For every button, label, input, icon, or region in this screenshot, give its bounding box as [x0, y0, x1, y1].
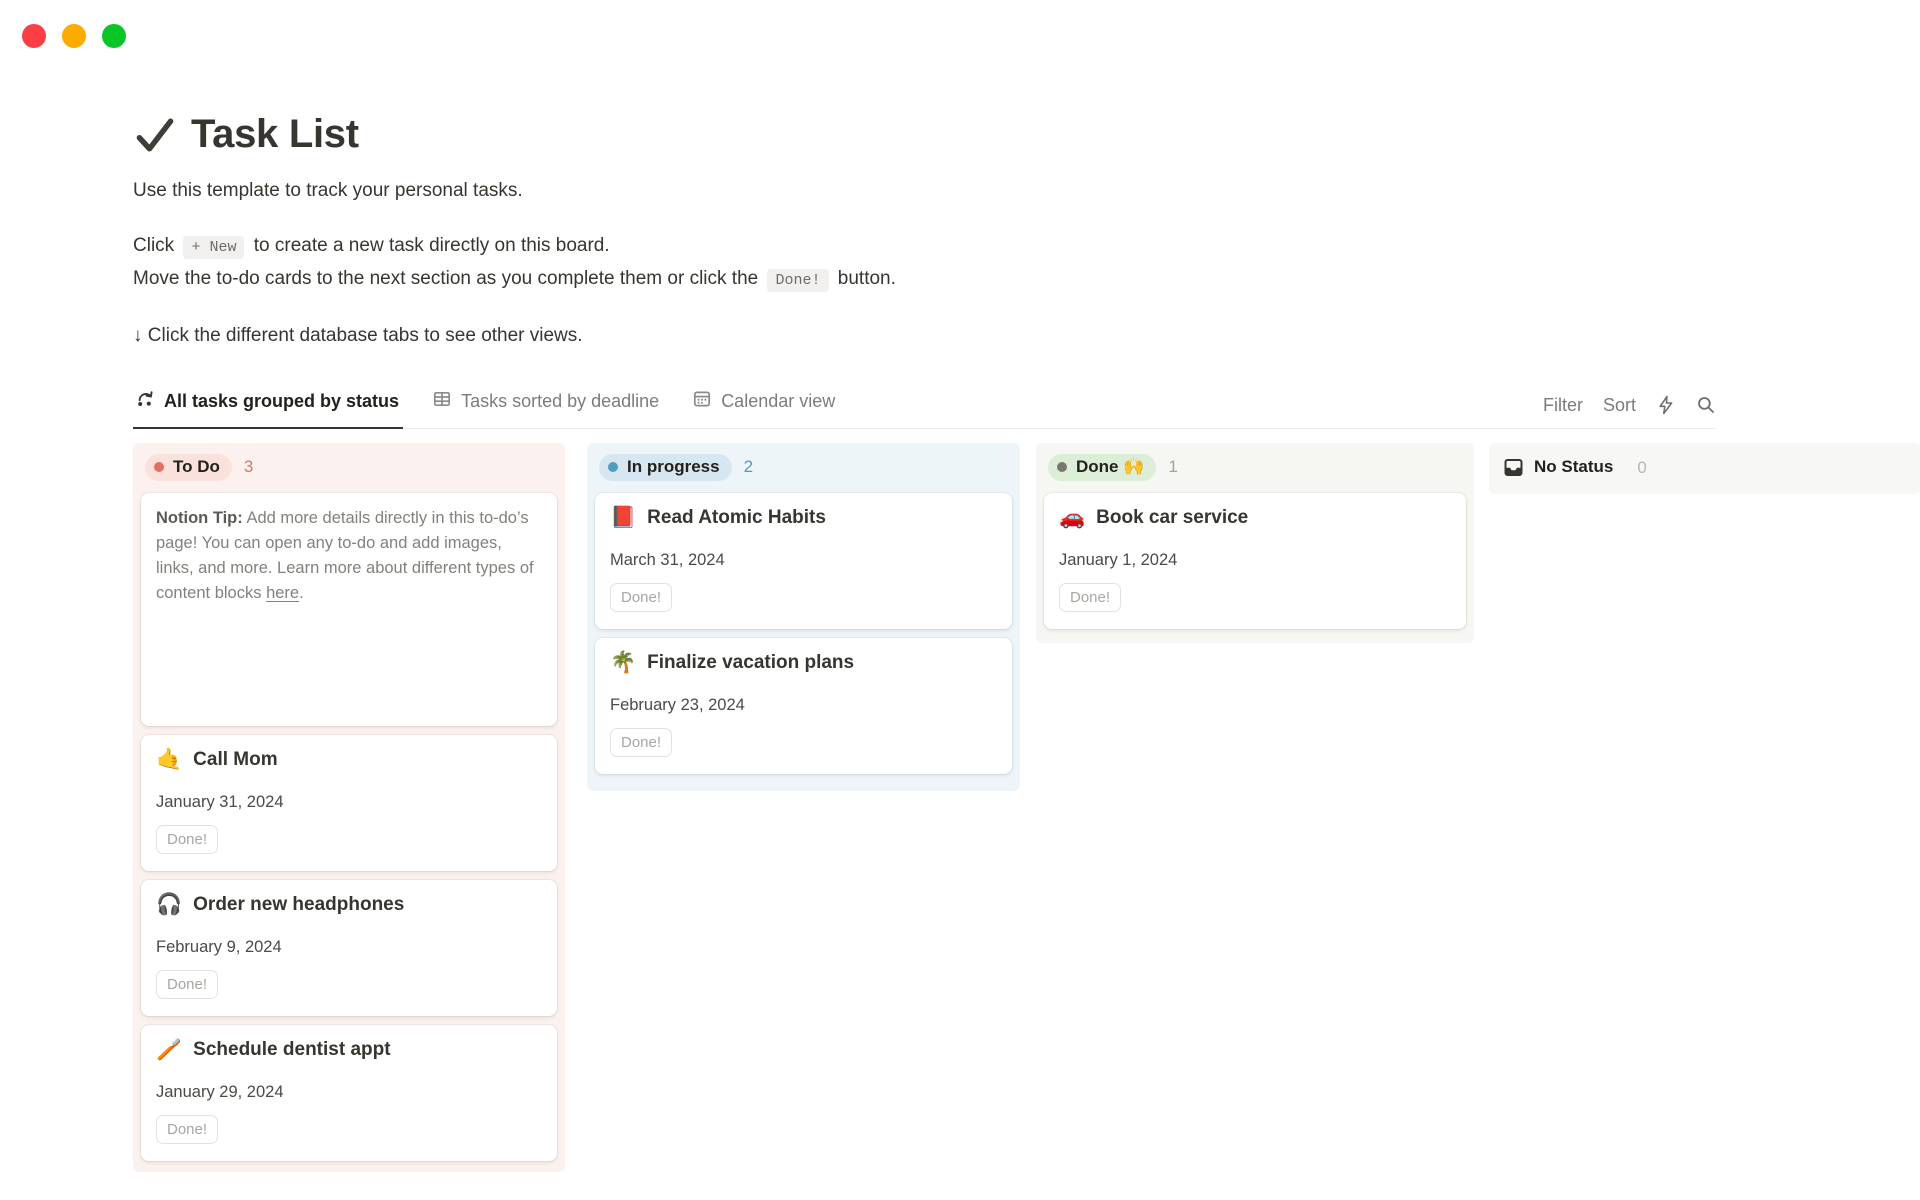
task-card-order-new-headphones[interactable]: 🎧 Order new headphones February 9, 2024 … [141, 880, 557, 1016]
task-due-date: March 31, 2024 [610, 551, 997, 570]
task-title: Book car service [1096, 507, 1248, 529]
column-no-status: No Status 0 [1489, 443, 1920, 494]
new-button-chip: + New [183, 236, 244, 259]
view-tabs: All tasks grouped by status Tasks sorted… [133, 383, 839, 428]
window-controls [22, 24, 126, 48]
table-icon [432, 389, 452, 414]
task-card-finalize-vacation-plans[interactable]: 🌴 Finalize vacation plans February 23, 2… [595, 638, 1012, 774]
status-pill-to-do: To Do [145, 454, 232, 481]
checkmark-page-icon [133, 113, 177, 157]
status-dot-gray [1057, 462, 1067, 472]
search-icon[interactable] [1696, 395, 1716, 415]
column-count: 0 [1637, 458, 1646, 478]
instr-line3: ↓ Click the different database tabs to s… [133, 322, 1920, 349]
page-content: Task List Use this template to track you… [133, 0, 1920, 1185]
kanban-board: To Do 3 Notion Tip: Add more details dir… [133, 443, 1920, 1185]
column-count: 2 [744, 457, 753, 477]
tab-tasks-sorted-by-deadline[interactable]: Tasks sorted by deadline [430, 383, 663, 428]
status-dot-blue [608, 462, 618, 472]
task-title: Order new headphones [193, 894, 404, 916]
inbox-icon [1503, 457, 1524, 478]
page-title: Task List [191, 112, 359, 157]
task-card-book-car-service[interactable]: 🚗 Book car service January 1, 2024 Done! [1044, 493, 1466, 629]
status-pill-done: Done 🙌 [1048, 454, 1156, 481]
done-button[interactable]: Done! [156, 970, 218, 999]
task-card-schedule-dentist-appt[interactable]: 🪥 Schedule dentist appt January 29, 2024… [141, 1025, 557, 1161]
tip-bold-text: Notion Tip: [156, 509, 243, 527]
calendar-icon [692, 389, 712, 414]
palm-tree-emoji: 🌴 [610, 651, 636, 675]
task-due-date: February 9, 2024 [156, 938, 542, 957]
instr-line1-post: to create a new task directly on this bo… [254, 235, 610, 256]
status-label: Done 🙌 [1076, 457, 1144, 477]
tab-label: Calendar view [721, 391, 835, 412]
column-header-no-status[interactable]: No Status 0 [1489, 443, 1920, 494]
no-status-group: No Status [1501, 454, 1625, 482]
car-emoji: 🚗 [1059, 506, 1085, 530]
status-label: No Status [1534, 457, 1613, 477]
done-button[interactable]: Done! [1059, 583, 1121, 612]
board-grouped-icon [135, 389, 155, 414]
task-title: Read Atomic Habits [647, 507, 826, 529]
page-title-row: Task List [133, 112, 1920, 157]
task-due-date: January 31, 2024 [156, 793, 542, 812]
column-header-done[interactable]: Done 🙌 1 [1036, 443, 1474, 493]
task-due-date: February 23, 2024 [610, 696, 997, 715]
close-window-button[interactable] [22, 24, 46, 48]
tab-all-tasks-grouped-by-status[interactable]: All tasks grouped by status [133, 383, 403, 429]
red-book-emoji: 📕 [610, 506, 636, 530]
task-card-read-atomic-habits[interactable]: 📕 Read Atomic Habits March 31, 2024 Done… [595, 493, 1012, 629]
instructions-block: Click + New to create a new task directl… [133, 230, 1920, 296]
tip-text-after: . [299, 584, 304, 602]
zoom-window-button[interactable] [102, 24, 126, 48]
tip-here-link[interactable]: here [266, 584, 299, 602]
status-pill-in-progress: In progress [599, 454, 732, 481]
column-header-to-do[interactable]: To Do 3 [133, 443, 565, 493]
notion-tip-card[interactable]: Notion Tip: Add more details directly in… [141, 493, 557, 726]
instr-line1-pre: Click [133, 235, 174, 256]
call-me-hand-emoji: 🤙 [156, 748, 182, 772]
column-header-in-progress[interactable]: In progress 2 [587, 443, 1020, 493]
status-label: In progress [627, 457, 720, 477]
column-in-progress: In progress 2 📕 Read Atomic Habits March… [587, 443, 1020, 791]
tab-calendar-view[interactable]: Calendar view [690, 383, 839, 428]
done-button-chip: Done! [767, 269, 828, 292]
status-label: To Do [173, 457, 220, 477]
database-toolbar: All tasks grouped by status Tasks sorted… [133, 383, 1716, 429]
sort-button[interactable]: Sort [1603, 395, 1636, 416]
filter-button[interactable]: Filter [1543, 395, 1583, 416]
column-to-do: To Do 3 Notion Tip: Add more details dir… [133, 443, 565, 1172]
done-button[interactable]: Done! [156, 825, 218, 854]
headphone-emoji: 🎧 [156, 893, 182, 917]
done-button[interactable]: Done! [156, 1115, 218, 1144]
status-dot-red [154, 462, 164, 472]
task-due-date: January 29, 2024 [156, 1083, 542, 1102]
minimize-window-button[interactable] [62, 24, 86, 48]
lightning-icon[interactable] [1656, 395, 1676, 415]
toothbrush-emoji: 🪥 [156, 1038, 182, 1062]
done-button[interactable]: Done! [610, 728, 672, 757]
column-done: Done 🙌 1 🚗 Book car service January 1, 2… [1036, 443, 1474, 643]
task-title: Schedule dentist appt [193, 1039, 390, 1061]
instr-line2-post: button. [838, 268, 896, 289]
task-title: Call Mom [193, 749, 277, 771]
tab-label: Tasks sorted by deadline [461, 391, 659, 412]
task-title: Finalize vacation plans [647, 652, 854, 674]
page-subtitle: Use this template to track your personal… [133, 177, 1920, 204]
instr-line2-pre: Move the to-do cards to the next section… [133, 268, 758, 289]
task-card-call-mom[interactable]: 🤙 Call Mom January 31, 2024 Done! [141, 735, 557, 871]
column-count: 1 [1168, 457, 1177, 477]
column-count: 3 [244, 457, 253, 477]
tab-label: All tasks grouped by status [164, 391, 399, 412]
done-button[interactable]: Done! [610, 583, 672, 612]
toolbar-actions: Filter Sort [1543, 395, 1716, 428]
task-due-date: January 1, 2024 [1059, 551, 1451, 570]
